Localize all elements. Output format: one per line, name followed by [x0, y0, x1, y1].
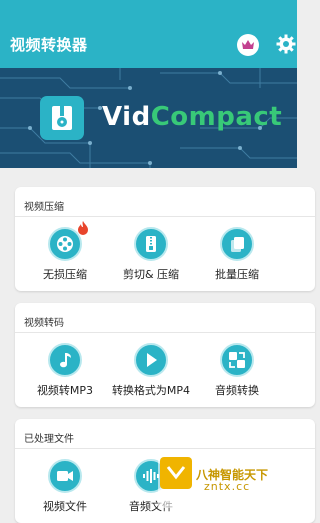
brand-part1: Vid: [102, 102, 151, 132]
gear-icon: [276, 34, 296, 54]
section-title: 已处理文件: [24, 434, 74, 445]
item-label: 音频转换: [215, 384, 259, 397]
app-bar: 视频转换器: [0, 0, 297, 68]
settings-button[interactable]: [276, 34, 296, 54]
divider: [15, 448, 315, 449]
crown-icon: [242, 40, 254, 49]
zip-icon: [146, 236, 156, 252]
promo-banner[interactable]: VidCompact: [0, 68, 297, 168]
brand-logotype: VidCompact: [102, 102, 282, 132]
premium-button[interactable]: [237, 34, 259, 56]
watermark-logo: [160, 457, 192, 489]
item-label: 转换格式为MP4: [111, 384, 191, 397]
audio-convert-icon: [229, 352, 245, 368]
audio-convert-button[interactable]: 音频转换: [195, 343, 279, 398]
section-title: 视频压缩: [24, 202, 64, 213]
batch-compress-button[interactable]: 批量压缩: [195, 227, 279, 282]
item-label: 无损压缩: [43, 268, 87, 281]
cut-compress-button[interactable]: 剪切& 压缩: [109, 227, 193, 282]
lossless-compress-button[interactable]: 无损压缩: [23, 221, 107, 282]
divider: [15, 216, 315, 217]
stack-icon: [231, 237, 244, 252]
app-title: 视频转换器: [10, 36, 88, 54]
music-note-icon: [60, 353, 71, 368]
convert-to-mp4-button[interactable]: 转换格式为MP4: [109, 343, 193, 398]
film-reel-icon: [57, 236, 73, 252]
divider: [15, 332, 315, 333]
item-label: 剪切& 压缩: [122, 268, 180, 281]
item-label: 视频文件: [43, 500, 87, 513]
bagua-icon: [166, 466, 186, 480]
video-files-button[interactable]: 视频文件: [23, 459, 107, 514]
app-logo: [40, 96, 84, 140]
item-label: 批量压缩: [215, 268, 259, 281]
section-title: 视频转码: [24, 318, 64, 329]
brand-part2: Compact: [150, 102, 283, 132]
item-label: 视频转MP3: [36, 384, 94, 397]
flame-icon: [78, 221, 88, 235]
section-video-transcode: 视频转码 视频转MP3 转换格式为MP4 音频转换: [15, 303, 315, 407]
play-icon: [147, 353, 157, 367]
watermark: 八神智能天下 zntx.cc: [158, 455, 297, 508]
video-to-mp3-button[interactable]: 视频转MP3: [23, 343, 107, 398]
film-zip-icon: [52, 106, 72, 130]
video-file-icon: [57, 471, 73, 481]
watermark-url: zntx.cc: [204, 480, 251, 493]
section-video-compress: 视频压缩 无损压缩 剪切& 压缩 批量压缩: [15, 187, 315, 291]
